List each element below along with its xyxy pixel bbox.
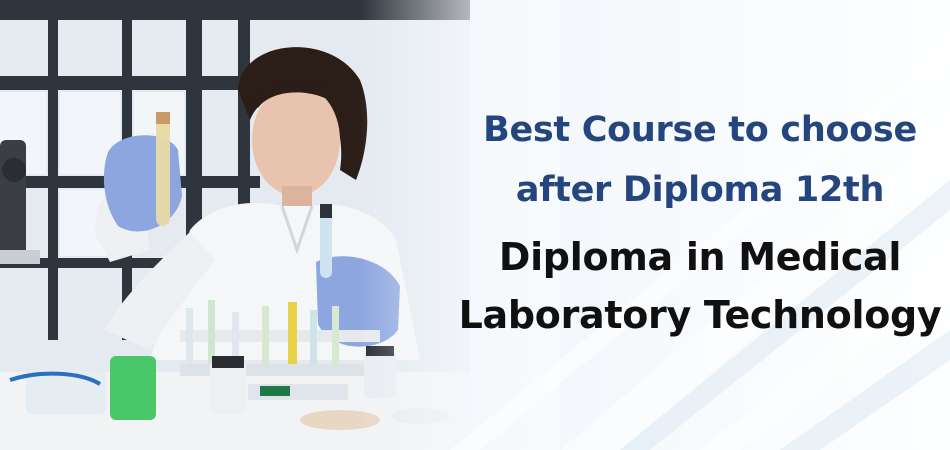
headline-line-2: after Diploma 12th	[515, 170, 885, 210]
headline-line-1: Best Course to choose	[483, 110, 917, 150]
course-title-line-2: Laboratory Technology	[458, 293, 942, 337]
banner-text: Best Course to choose after Diploma 12th…	[450, 100, 950, 344]
course-banner: Best Course to choose after Diploma 12th…	[0, 0, 950, 450]
course-title-line-1: Diploma in Medical	[498, 235, 902, 279]
